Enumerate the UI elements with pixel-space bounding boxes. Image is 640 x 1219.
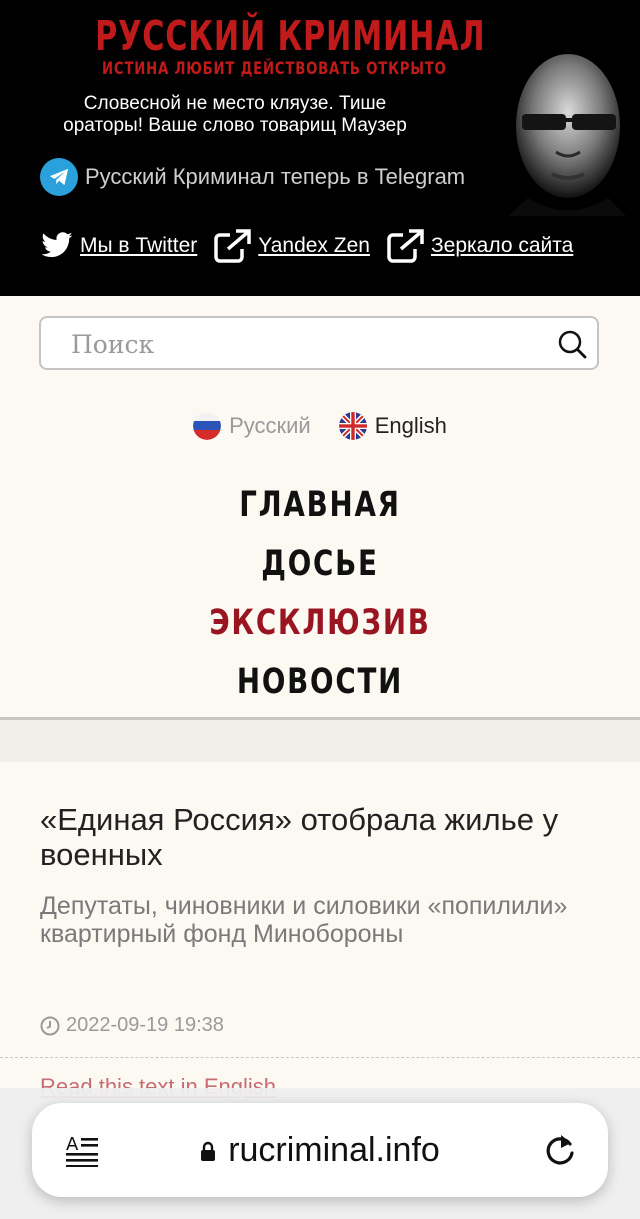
- header-portrait-image: [508, 54, 626, 216]
- article-lead: Депутаты, чиновники и силовики «попилили…: [40, 892, 568, 948]
- twitter-link-label: Мы в Twitter: [80, 234, 198, 257]
- mirror-site-link-label: Зеркало сайта: [430, 234, 574, 257]
- telegram-icon: [40, 158, 78, 196]
- language-english-label: English: [374, 413, 447, 438]
- search-box: [39, 316, 599, 370]
- telegram-link-label: Русский Криминал теперь в Telegram: [85, 164, 466, 189]
- url-display: rucriminal.info: [32, 1103, 608, 1197]
- site-logo-title[interactable]: РУССКИЙ КРИМИНАЛ: [95, 14, 485, 58]
- menu-item-exclusive[interactable]: ЭКСКЛЮЗИВ: [38, 594, 601, 653]
- page: РУССКИЙ КРИМИНАЛ ИСТИНА ЛЮБИТ ДЕЙСТВОВАТ…: [0, 0, 640, 1219]
- external-link-icon: [387, 229, 425, 263]
- lock-icon: [201, 1141, 216, 1161]
- main-menu: ГЛАВНАЯ ДОСЬЕ ЭКСКЛЮЗИВ НОВОСТИ: [0, 476, 640, 712]
- section-band: [0, 720, 640, 762]
- external-link-icon: [214, 229, 253, 263]
- yandex-zen-link[interactable]: Yandex Zen: [214, 229, 370, 263]
- telegram-link[interactable]: Русский Криминал теперь в Telegram: [40, 158, 465, 196]
- language-english[interactable]: English: [338, 412, 447, 440]
- site-header: РУССКИЙ КРИМИНАЛ ИСТИНА ЛЮБИТ ДЕЙСТВОВАТ…: [0, 0, 640, 296]
- language-russian[interactable]: Русский: [193, 412, 311, 440]
- navigation-area: Русский English: [0, 296, 640, 718]
- search-icon[interactable]: [557, 329, 587, 359]
- reload-icon[interactable]: [542, 1131, 578, 1169]
- uk-flag-icon: [338, 412, 367, 440]
- url-text: rucriminal.info: [228, 1130, 440, 1169]
- article-date: 2022-09-19 19:38: [40, 1014, 224, 1037]
- site-logo-subtitle: ИСТИНА ЛЮБИТ ДЕЙСТВОВАТЬ ОТКРЫТО: [102, 59, 447, 79]
- menu-item-home[interactable]: ГЛАВНАЯ: [38, 476, 601, 535]
- browser-toolbar: A rucriminal.info: [0, 1088, 640, 1219]
- clock-icon: [40, 1016, 60, 1035]
- mirror-site-link[interactable]: Зеркало сайта: [387, 229, 573, 263]
- header-quote: Словесной не место кляузе. Тише ораторы!…: [63, 93, 407, 136]
- menu-item-news[interactable]: НОВОСТИ: [38, 653, 601, 712]
- social-links: Мы в Twitter Yandex Zen Зеркало сайта: [40, 226, 573, 266]
- address-bar[interactable]: A rucriminal.info: [32, 1103, 608, 1197]
- article-title[interactable]: «Единая Россия» отобрала жилье у военных: [40, 802, 610, 872]
- twitter-icon: [41, 232, 73, 258]
- menu-item-dossier[interactable]: ДОСЬЕ: [38, 535, 601, 594]
- search-input[interactable]: [69, 318, 553, 370]
- article-date-text: 2022-09-19 19:38: [66, 1014, 224, 1036]
- language-switcher: Русский English: [0, 412, 640, 440]
- twitter-link[interactable]: Мы в Twitter: [40, 232, 197, 260]
- russia-flag-icon: [193, 412, 222, 440]
- yandex-zen-link-label: Yandex Zen: [258, 234, 370, 257]
- article-divider: [0, 1057, 640, 1058]
- language-russian-label: Русский: [229, 413, 311, 438]
